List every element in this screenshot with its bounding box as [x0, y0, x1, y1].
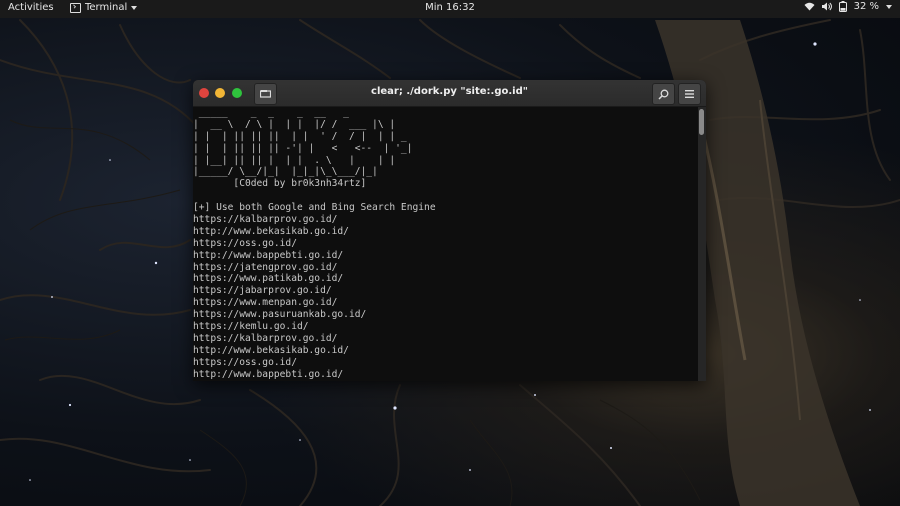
volume-icon	[821, 2, 832, 11]
wifi-icon	[804, 2, 815, 11]
result-url: https://jatengprov.go.id/	[193, 261, 338, 273]
credit-line: [C0ded by br0k3nh34rtz]	[193, 178, 367, 190]
result-url: https://kalbarprov.go.id/	[193, 214, 338, 226]
result-url: http://www.bekasikab.go.id/	[193, 225, 349, 237]
banner-line: | |__| || || | | | . \ | | |	[193, 154, 396, 166]
clock[interactable]: Min 16:32	[425, 2, 475, 13]
scrollbar[interactable]	[698, 107, 706, 381]
hamburger-icon	[685, 90, 694, 98]
result-url: https://oss.go.id/	[193, 356, 297, 368]
result-url: https://jabarprov.go.id/	[193, 285, 332, 297]
chevron-down-icon	[886, 4, 892, 9]
search-icon	[658, 89, 669, 100]
terminal-window: clear; ./dork.py "site:.go.id" _____ _ _…	[193, 80, 706, 381]
result-url: http://www.bappebti.go.id/	[193, 368, 344, 380]
info-line: [+] Use both Google and Bing Search Engi…	[193, 202, 436, 214]
window-title: clear; ./dork.py "site:.go.id"	[371, 86, 528, 97]
battery-percentage: 32 %	[853, 1, 879, 12]
ascii-banner: _____ _ _ _ __ _ | __ \ / \ | | | |/ / __…	[193, 107, 698, 178]
banner-line: | | | || || || | | ' / / | | | _	[193, 130, 407, 142]
result-url: http://www.bappebti.go.id/	[193, 249, 344, 261]
result-url: https://kemlu.go.id/	[193, 321, 309, 333]
result-url: https://kalbarprov.go.id/	[193, 332, 338, 344]
chevron-down-icon	[131, 5, 138, 10]
banner-line: | | | || || || -'| | < <-- | '_|	[193, 142, 413, 154]
battery-icon	[838, 1, 847, 12]
terminal-output[interactable]: _____ _ _ _ __ _ | __ \ / \ | | | |/ / __…	[193, 107, 698, 381]
activities-button[interactable]: Activities	[8, 2, 54, 13]
title-bar[interactable]: clear; ./dork.py "site:.go.id"	[193, 80, 706, 107]
terminal-icon	[70, 2, 81, 13]
menu-button[interactable]	[678, 83, 701, 105]
scrollbar-thumb[interactable]	[699, 109, 704, 135]
result-url: https://oss.go.id/	[193, 237, 297, 249]
banner-line: | __ \ / \ | | | |/ / ___ |\ |	[193, 118, 396, 130]
app-menu-label: Terminal	[85, 2, 128, 13]
banner-line: _____ _ _ _ __ _	[193, 107, 349, 118]
result-url: https://www.pasuruankab.go.id/	[193, 309, 367, 321]
result-url: http://www.bekasikab.go.id/	[193, 344, 349, 356]
app-menu[interactable]: Terminal	[70, 2, 138, 13]
top-bar: Activities Terminal Min 16:32 32 %	[0, 0, 900, 18]
results-list: https://kalbarprov.go.id/http://www.beka…	[193, 214, 698, 380]
result-url: https://www.patikab.go.id/	[193, 273, 344, 285]
banner-line: |_____/ \__/|_| |_|_|\_\___/|_|	[193, 166, 378, 178]
result-url: https://www.menpan.go.id/	[193, 297, 338, 309]
system-status-menu[interactable]: 32 %	[804, 1, 892, 12]
search-button[interactable]	[652, 83, 675, 105]
